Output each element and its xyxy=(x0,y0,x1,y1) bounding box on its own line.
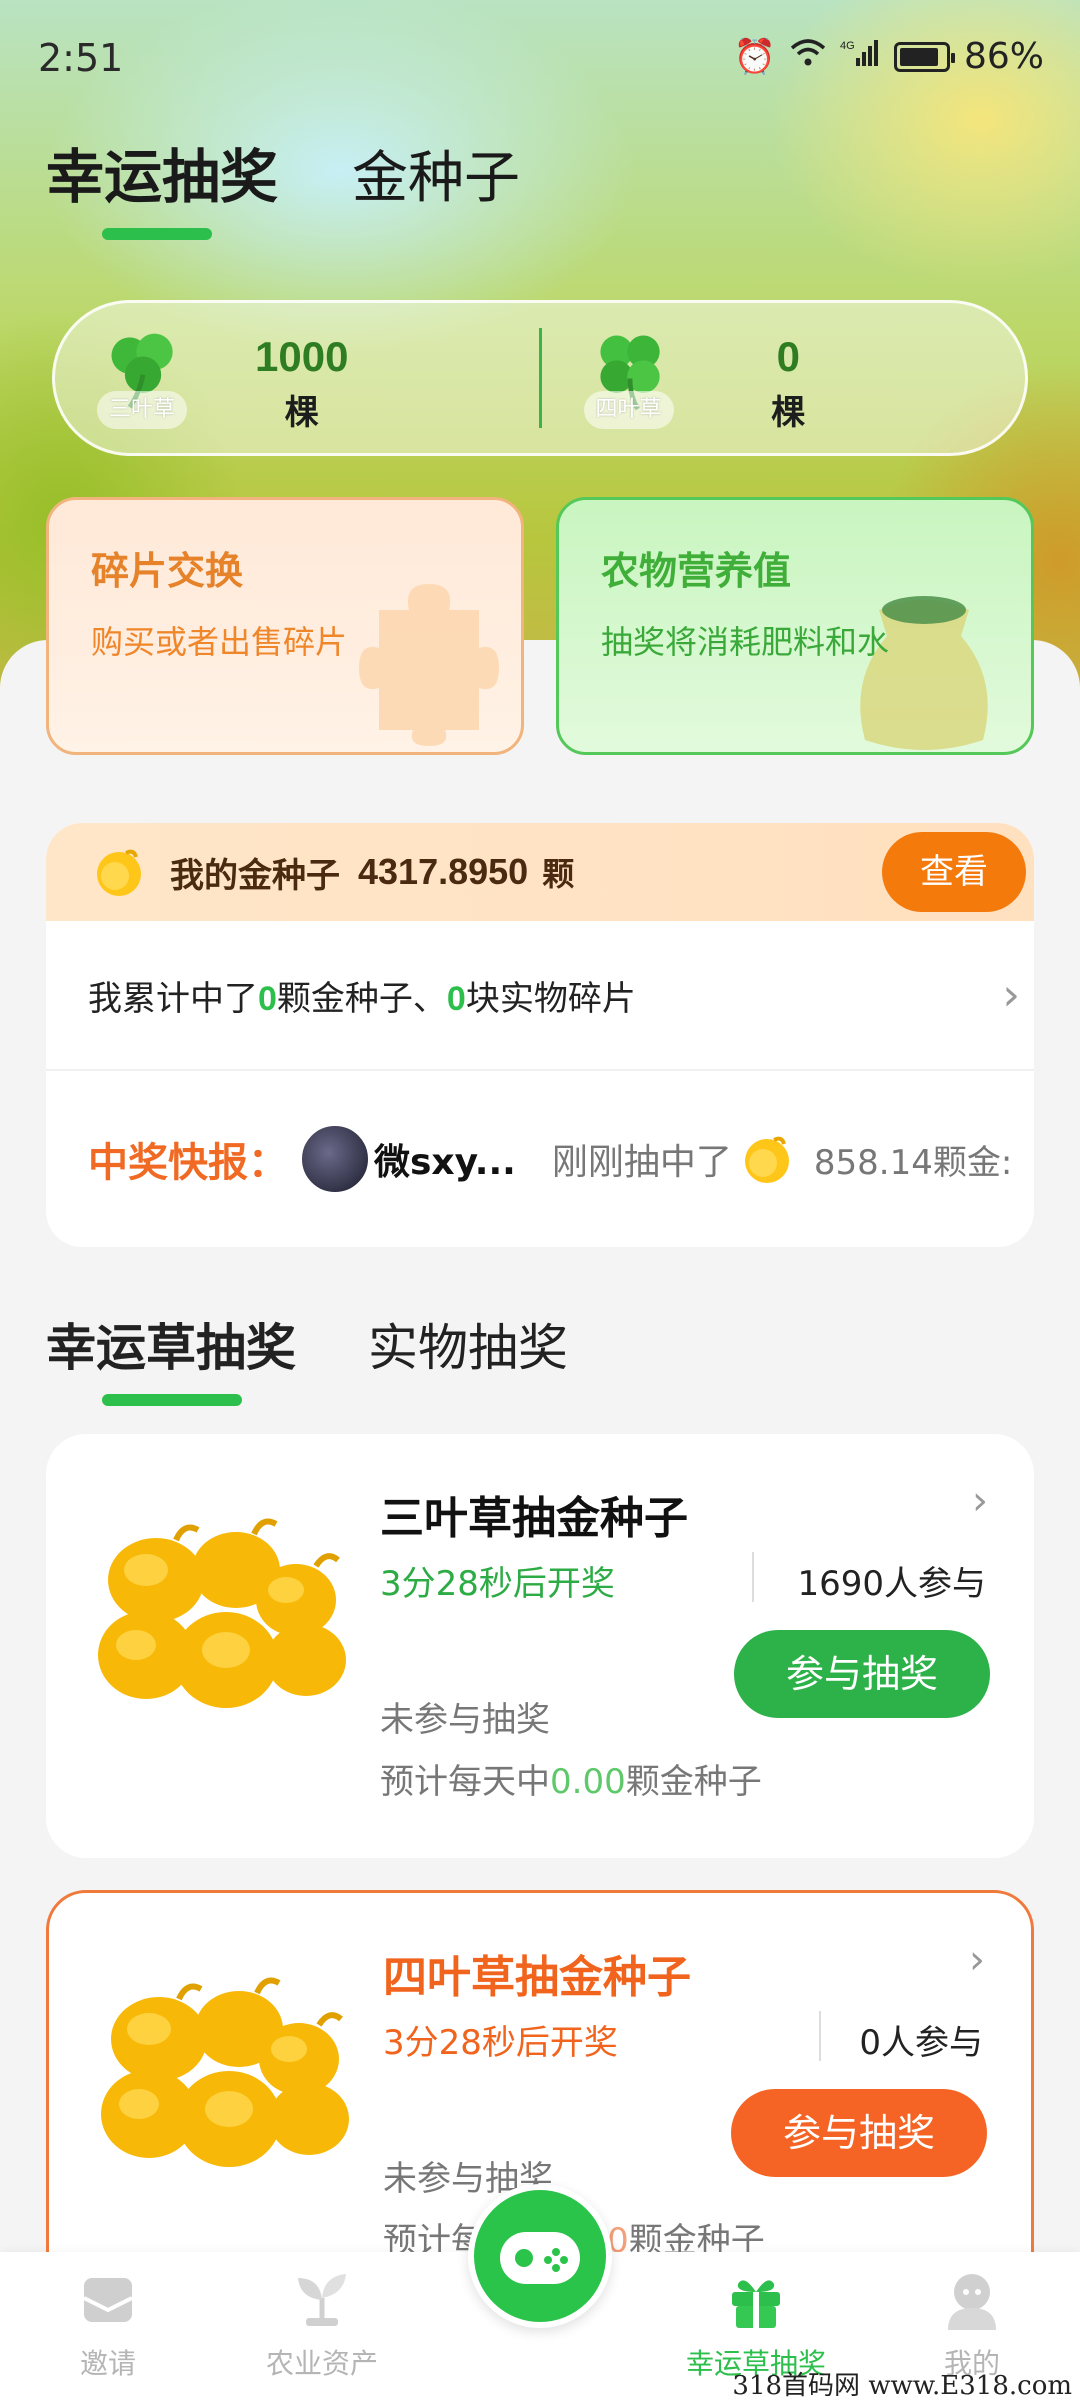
three-leaf-clover-balance: 三叶草 1000 棵 xyxy=(55,303,539,453)
three-leaf-unit: 棵 xyxy=(284,393,319,433)
gold-seed-icon xyxy=(97,849,141,896)
chevron-right-icon: › xyxy=(1002,969,1020,1021)
status-bar: 2:51 ⏰ 4G 86% xyxy=(0,0,1080,110)
gold-seed-icon xyxy=(744,1136,789,1183)
winnings-suffix: 块实物碎片 xyxy=(465,978,636,1019)
top-tabs: 幸运抽奖 金种子 xyxy=(46,130,520,240)
nav-invite[interactable]: 邀请 xyxy=(8,2252,208,2400)
alarm-icon: ⏰ xyxy=(733,36,776,77)
winner-action: 刚刚抽中了 xyxy=(551,1142,732,1183)
crop-nutrition-subtitle: 抽奖将消耗肥料和水 xyxy=(601,623,890,661)
gift-icon xyxy=(732,2280,780,2328)
gold-seed-label: 我的金种子 xyxy=(170,855,340,896)
four-leaf-number: 0 xyxy=(776,333,800,380)
plant-icon xyxy=(298,2274,346,2326)
lottery-countdown: 3分28秒后开奖 xyxy=(383,2023,618,2063)
winner-news-label: 中奖快报： xyxy=(88,1140,288,1186)
three-leaf-number: 1000 xyxy=(255,333,349,380)
battery-percent: 86% xyxy=(963,36,1044,77)
tab-lucky-draw[interactable]: 幸运抽奖 xyxy=(46,130,278,240)
chevron-right-icon[interactable]: › xyxy=(969,1937,985,1983)
four-leaf-clover-balance: 四叶草 0 棵 xyxy=(542,303,1026,453)
fragment-exchange-card[interactable]: 碎片交换 购买或者出售碎片 xyxy=(46,497,524,755)
divider xyxy=(819,2011,821,2061)
signal-icon: 4G xyxy=(840,37,880,77)
fragments-won-count: 0 xyxy=(446,979,466,1018)
wifi-icon xyxy=(790,37,826,77)
crop-nutrition-card[interactable]: 农物营养值 抽奖将消耗肥料和水 xyxy=(556,497,1034,755)
gold-seeds-image xyxy=(98,1518,346,1708)
winnings-prefix: 我累计中了 xyxy=(88,978,258,1019)
site-watermark: 318首码网 www.E318.com xyxy=(732,2371,1072,2400)
winner-username: 微sxy... xyxy=(374,1142,516,1183)
join-lottery-button[interactable]: 参与抽奖 xyxy=(734,1630,990,1718)
winner-news-ticker: 中奖快报： 微sxy... 刚刚抽中了 858.14颗金: xyxy=(46,1071,1034,1247)
lottery-title: 三叶草抽金种子 xyxy=(380,1493,688,1544)
gold-seed-panel: 我的金种子 4317.8950 颗 查看 我累计中了0颗金种子、0块实物碎片 ›… xyxy=(46,823,1034,1247)
lottery-participants: 0人参与 xyxy=(859,2023,983,2063)
estimate-prefix: 预计每天中 xyxy=(380,1762,550,1802)
tab-physical-lottery[interactable]: 实物抽奖 xyxy=(368,1308,568,1380)
lottery-status: 未参与抽奖 xyxy=(380,1700,550,1740)
tab-gold-seed[interactable]: 金种子 xyxy=(352,133,520,214)
status-time: 2:51 xyxy=(38,36,124,80)
lottery-estimate: 预计每天中0.00颗金种子 xyxy=(380,1754,762,1803)
winnings-middle: 颗金种子、 xyxy=(276,978,447,1019)
tab-clover-lottery[interactable]: 幸运草抽奖 xyxy=(46,1308,296,1406)
lottery-title: 四叶草抽金种子 xyxy=(383,1952,691,2003)
gold-seeds-image xyxy=(101,1977,349,2167)
winnings-summary-row[interactable]: 我累计中了0颗金种子、0块实物碎片 › xyxy=(46,921,1034,1071)
gold-seed-unit: 颗 xyxy=(542,855,575,893)
invite-icon xyxy=(83,2278,133,2322)
three-leaf-count: 1000 棵 xyxy=(55,333,539,434)
avatar xyxy=(300,1124,370,1194)
seeds-won-count: 0 xyxy=(258,979,277,1018)
winner-amount: 858.14颗金: xyxy=(813,1142,1013,1183)
nav-game-center[interactable] xyxy=(468,2184,612,2328)
three-leaf-lottery-card: 三叶草抽金种子 › 3分28秒后开奖 1690人参与 参与抽奖 未参与抽奖 预计… xyxy=(46,1434,1034,1858)
gamepad-icon xyxy=(500,2232,580,2284)
svg-text:4G: 4G xyxy=(840,40,855,52)
nav-farm-assets[interactable]: 农业资产 xyxy=(222,2252,422,2400)
four-leaf-unit: 棵 xyxy=(771,393,806,433)
gold-seed-header: 我的金种子 4317.8950 颗 查看 xyxy=(46,823,1034,921)
divider xyxy=(752,1552,754,1602)
estimate-suffix: 颗金种子 xyxy=(625,1762,762,1802)
winnings-summary: 我累计中了0颗金种子、0块实物碎片 xyxy=(88,971,636,1020)
status-icons: ⏰ 4G 86% xyxy=(734,36,1044,77)
chevron-right-icon[interactable]: › xyxy=(972,1478,988,1524)
view-button[interactable]: 查看 xyxy=(882,832,1026,912)
join-lottery-button[interactable]: 参与抽奖 xyxy=(731,2089,987,2177)
lottery-participants: 1690人参与 xyxy=(797,1564,986,1604)
lottery-countdown: 3分28秒后开奖 xyxy=(380,1564,615,1604)
four-leaf-count: 0 棵 xyxy=(542,333,1026,434)
battery-icon xyxy=(893,41,955,72)
lottery-tabs: 幸运草抽奖 实物抽奖 xyxy=(46,1308,568,1406)
estimate-value: 0.00 xyxy=(550,1762,626,1802)
profile-icon xyxy=(948,2274,996,2330)
clover-balance-panel: 三叶草 1000 棵 四叶草 0 棵 xyxy=(52,300,1028,456)
fragment-exchange-subtitle: 购买或者出售碎片 xyxy=(91,623,348,661)
nav-invite-label: 邀请 xyxy=(79,2347,136,2380)
nav-farm-assets-label: 农业资产 xyxy=(265,2347,378,2380)
gold-seed-value: 4317.8950 xyxy=(358,851,529,892)
